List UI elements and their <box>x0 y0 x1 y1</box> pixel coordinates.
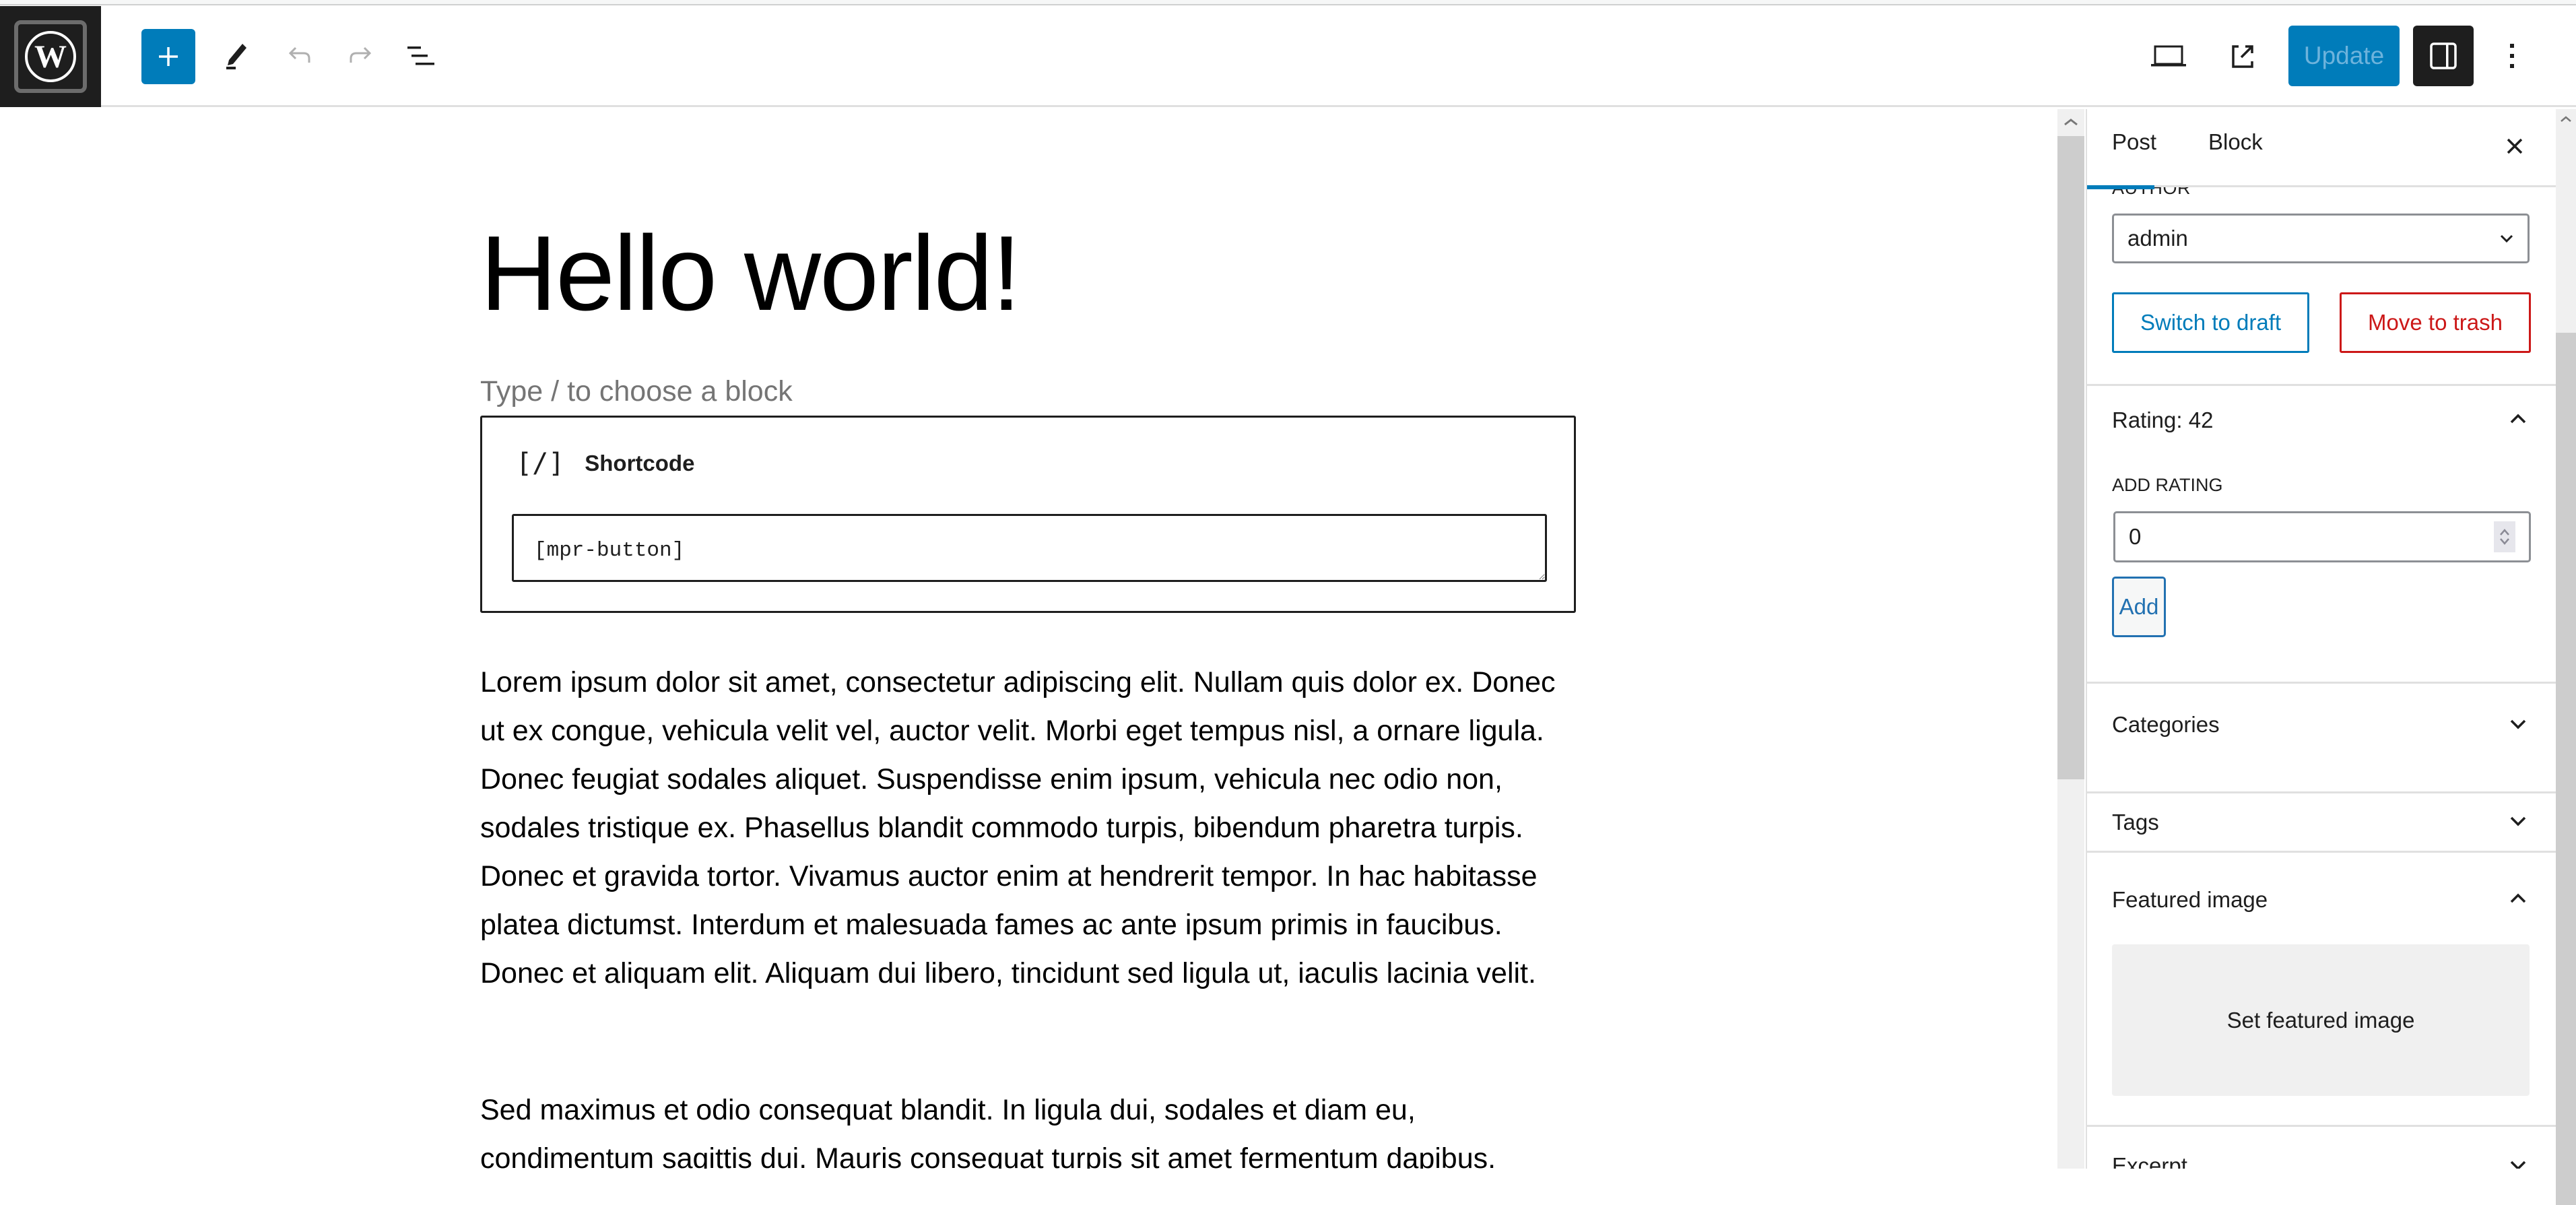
shortcode-block-label: Shortcode <box>585 451 695 476</box>
sidebar-scrollbar[interactable] <box>2556 109 2576 1205</box>
add-rating-button[interactable]: Add <box>2112 577 2166 637</box>
tab-block[interactable]: Block <box>2208 129 2263 155</box>
chevron-up-icon <box>2561 116 2571 122</box>
plus-icon <box>159 47 178 66</box>
tags-panel-chevron[interactable] <box>2505 808 2532 835</box>
panel-divider <box>2087 384 2556 386</box>
chevron-down-icon <box>2510 1161 2526 1169</box>
tab-post[interactable]: Post <box>2112 129 2156 155</box>
paragraph-block[interactable]: Sed maximus et odio consequat blandit. I… <box>480 1086 1575 1169</box>
panel-divider <box>2087 682 2556 684</box>
featured-image-panel-toggle[interactable]: Featured image <box>2112 887 2268 913</box>
add-block-button[interactable] <box>141 29 195 84</box>
view-post-button[interactable] <box>2222 36 2263 76</box>
switch-to-draft-button[interactable]: Switch to draft <box>2112 292 2309 353</box>
rating-panel-chevron[interactable] <box>2505 405 2532 432</box>
tags-panel-toggle[interactable]: Tags <box>2112 810 2159 835</box>
browser-top-strip <box>0 0 2576 5</box>
external-link-icon <box>2232 45 2253 68</box>
redo-icon <box>350 46 372 63</box>
more-vertical-icon <box>2510 44 2514 68</box>
preview-button[interactable] <box>2148 36 2189 76</box>
editor-header: W Update <box>0 6 2576 107</box>
editor-scrollbar[interactable] <box>2057 109 2084 1169</box>
chevron-down-icon <box>2510 816 2526 826</box>
shortcode-block-header: [/] Shortcode <box>516 448 694 479</box>
author-select[interactable]: admin <box>2112 214 2530 263</box>
add-rating-input[interactable]: 0 <box>2113 511 2531 562</box>
excerpt-panel-chevron[interactable] <box>2505 1152 2532 1169</box>
settings-button[interactable] <box>2413 26 2474 86</box>
options-button[interactable] <box>2492 36 2532 76</box>
author-selected-value: admin <box>2127 226 2188 251</box>
set-featured-image-button[interactable]: Set featured image <box>2112 944 2530 1096</box>
scroll-up-arrow[interactable] <box>2057 109 2084 135</box>
wordpress-logo-icon: W <box>14 20 87 93</box>
paragraph-block[interactable]: Lorem ipsum dolor sit amet, consectetur … <box>480 658 1575 998</box>
shortcode-input[interactable]: [mpr-button] <box>512 514 1547 582</box>
update-button[interactable]: Update <box>2288 26 2400 86</box>
chevron-down-icon <box>2510 719 2526 729</box>
move-to-trash-button[interactable]: Move to trash <box>2340 292 2531 353</box>
close-icon <box>2507 138 2523 154</box>
chevron-down-icon <box>2500 234 2513 243</box>
rating-input-value: 0 <box>2129 524 2142 549</box>
settings-sidebar: Post Block AUTHOR admin Switch to draft … <box>2086 109 2556 1169</box>
post-title[interactable]: Hello world! <box>480 220 1021 327</box>
panel-divider <box>2087 791 2556 793</box>
sidebar-toggle-icon <box>2430 42 2457 69</box>
tools-button[interactable] <box>216 36 256 76</box>
featured-image-panel-chevron[interactable] <box>2505 885 2532 912</box>
site-hub-button[interactable]: W <box>0 6 101 107</box>
categories-panel-toggle[interactable]: Categories <box>2112 712 2220 738</box>
editor-scrollbar-thumb[interactable] <box>2057 136 2084 779</box>
rating-panel-toggle[interactable]: Rating: 42 <box>2112 408 2213 433</box>
add-rating-label: ADD RATING <box>2112 475 2223 495</box>
redo-button[interactable] <box>340 36 381 76</box>
spin-up-icon[interactable] <box>2499 528 2511 536</box>
undo-button[interactable] <box>279 36 320 76</box>
number-spinner[interactable] <box>2494 521 2515 552</box>
close-sidebar-button[interactable] <box>2498 129 2532 163</box>
panel-divider <box>2087 1125 2556 1127</box>
spin-down-icon[interactable] <box>2499 538 2511 546</box>
editor-canvas: Hello world! Type / to choose a block [/… <box>0 109 2057 1169</box>
undo-icon <box>288 46 310 63</box>
categories-panel-chevron[interactable] <box>2505 711 2532 738</box>
sidebar-scrollbar-thumb[interactable] <box>2556 333 2576 1205</box>
sidebar-tabs: Post Block <box>2087 109 2556 189</box>
chevron-up-icon <box>2510 893 2526 903</box>
panel-divider <box>2087 851 2556 853</box>
pencil-icon <box>226 44 246 69</box>
block-appender[interactable]: Type / to choose a block <box>480 375 793 408</box>
svg-text:W: W <box>34 39 67 75</box>
shortcode-block[interactable]: [/] Shortcode [mpr-button] <box>480 416 1576 613</box>
active-tab-indicator <box>2087 185 2154 189</box>
document-overview-button[interactable] <box>401 36 441 76</box>
laptop-icon <box>2151 45 2186 67</box>
chevron-up-icon <box>2064 119 2078 126</box>
scroll-up-arrow[interactable] <box>2556 109 2576 129</box>
list-view-icon <box>407 46 434 65</box>
shortcode-icon: [/] <box>516 448 565 479</box>
excerpt-panel-toggle[interactable]: Excerpt <box>2112 1153 2187 1169</box>
chevron-up-icon <box>2510 414 2526 424</box>
